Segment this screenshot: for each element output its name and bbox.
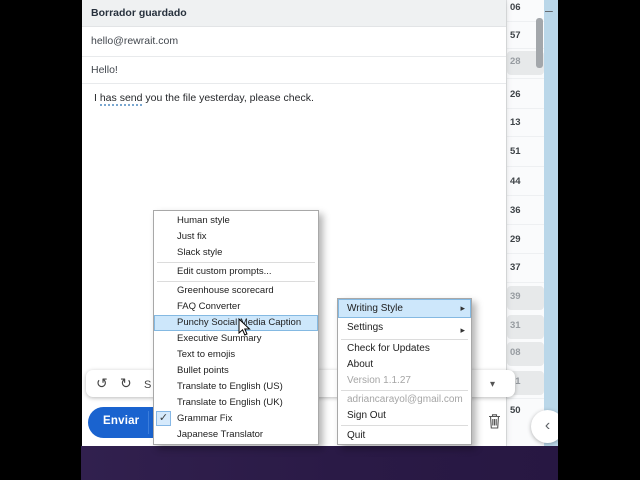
screen: Borrador guardado – × hello@rewrait.com … (0, 0, 640, 480)
checked-checkbox-icon: ✓ (156, 411, 171, 426)
row-divider (507, 253, 545, 254)
menu-item-faq-converter[interactable]: FAQ Converter (154, 299, 318, 315)
dropdown-caret-icon[interactable]: ▾ (490, 376, 495, 394)
body-text: you the file yesterday, please check. (142, 92, 314, 104)
redo-icon[interactable]: ↻ (120, 374, 132, 392)
email-time: 13 (510, 117, 521, 128)
email-time: 31 (510, 320, 521, 331)
email-time: 08 (510, 347, 521, 358)
menu-item-greenhouse-scorecard[interactable]: Greenhouse scorecard (154, 283, 318, 299)
menu-item-translate-english-us[interactable]: Translate to English (US) (154, 379, 318, 395)
send-button-label: Enviar (103, 415, 140, 427)
row-divider (507, 136, 545, 137)
menu-item-check-for-updates[interactable]: Check for Updates (338, 341, 471, 357)
menu-separator (157, 262, 315, 263)
email-time: 51 (510, 146, 521, 157)
minimize-icon[interactable]: – (545, 2, 553, 18)
submenu-arrow-icon: ▸ (460, 325, 465, 335)
app-menu: Writing Style ▸ Settings ▸ Check for Upd… (337, 298, 472, 445)
chevron-left-icon: ‹ (544, 417, 551, 434)
menu-item-quit[interactable]: Quit (338, 427, 471, 444)
writing-style-menu: Human style Just fix Slack style Edit cu… (153, 210, 319, 445)
email-time: 39 (510, 291, 521, 302)
menu-item-settings[interactable]: Settings ▸ (338, 318, 471, 338)
menu-item-human-style[interactable]: Human style (154, 213, 318, 229)
subject-field[interactable]: Hello! (82, 57, 506, 84)
row-divider (507, 78, 545, 79)
side-panel-edge (544, 0, 558, 446)
email-time: 06 (510, 2, 521, 13)
recipient-value: hello@rewrait.com (91, 35, 179, 47)
email-time: 29 (510, 234, 521, 245)
menu-item-label: Settings (347, 322, 384, 333)
row-divider (507, 108, 545, 109)
spellcheck-flagged-text: has send (99, 92, 143, 106)
menu-item-translate-english-uk[interactable]: Translate to English (UK) (154, 395, 318, 411)
submenu-arrow-icon: ▸ (460, 303, 465, 313)
menu-item-bullet-points[interactable]: Bullet points (154, 363, 318, 379)
menu-item-label: Grammar Fix (177, 413, 233, 424)
email-time: 36 (510, 205, 521, 216)
row-divider (507, 166, 545, 167)
mouse-cursor (238, 317, 252, 342)
discard-draft-icon[interactable] (487, 412, 502, 435)
menu-item-slack-style[interactable]: Slack style (154, 245, 318, 261)
letterbox-right (558, 0, 640, 480)
menu-separator (341, 425, 468, 426)
email-time: 26 (510, 89, 521, 100)
row-divider (507, 282, 545, 283)
scrollbar-thumb[interactable] (536, 18, 543, 68)
subject-value: Hello! (91, 64, 118, 76)
taskbar: i ESP 4:57 PM 8/20/2025 (81, 446, 558, 480)
message-body[interactable]: I has send you the file yesterday, pleas… (94, 92, 314, 106)
row-divider (507, 195, 545, 196)
undo-icon[interactable]: ↺ (96, 374, 108, 392)
menu-item-version: Version 1.1.27 (347, 375, 411, 386)
font-selector[interactable]: S (144, 376, 151, 394)
menu-item-text-to-emojis[interactable]: Text to emojis (154, 347, 318, 363)
compose-title: Borrador guardado (91, 7, 187, 19)
menu-separator (157, 281, 315, 282)
menu-item-about[interactable]: About (338, 357, 471, 373)
menu-item-label: Writing Style (347, 303, 403, 314)
letterbox-left (0, 0, 81, 480)
compose-header: Borrador guardado – × (82, 0, 586, 27)
menu-item-executive-summary[interactable]: Executive Summary (154, 331, 318, 347)
menu-item-japanese-translator[interactable]: Japanese Translator (154, 427, 318, 443)
row-divider (507, 224, 545, 225)
menu-item-edit-custom-prompts[interactable]: Edit custom prompts... (154, 264, 318, 280)
body-text: I (94, 92, 100, 104)
row-divider (507, 398, 545, 399)
menu-separator (341, 339, 468, 340)
menu-item-account-email: adriancarayol@gmail.com (347, 394, 463, 405)
menu-item-sign-out[interactable]: Sign Out (338, 408, 471, 424)
email-time: 44 (510, 176, 521, 187)
menu-separator (341, 390, 468, 391)
menu-item-just-fix[interactable]: Just fix (154, 229, 318, 245)
send-split-divider (148, 411, 149, 434)
email-time: 37 (510, 262, 521, 273)
menu-item-grammar-fix[interactable]: ✓ Grammar Fix (154, 411, 318, 427)
menu-item-punchy-social-media-caption[interactable]: Punchy Social Media Caption (154, 315, 318, 331)
recipient-field[interactable]: hello@rewrait.com (82, 27, 506, 57)
menu-item-writing-style[interactable]: Writing Style ▸ (338, 299, 471, 318)
